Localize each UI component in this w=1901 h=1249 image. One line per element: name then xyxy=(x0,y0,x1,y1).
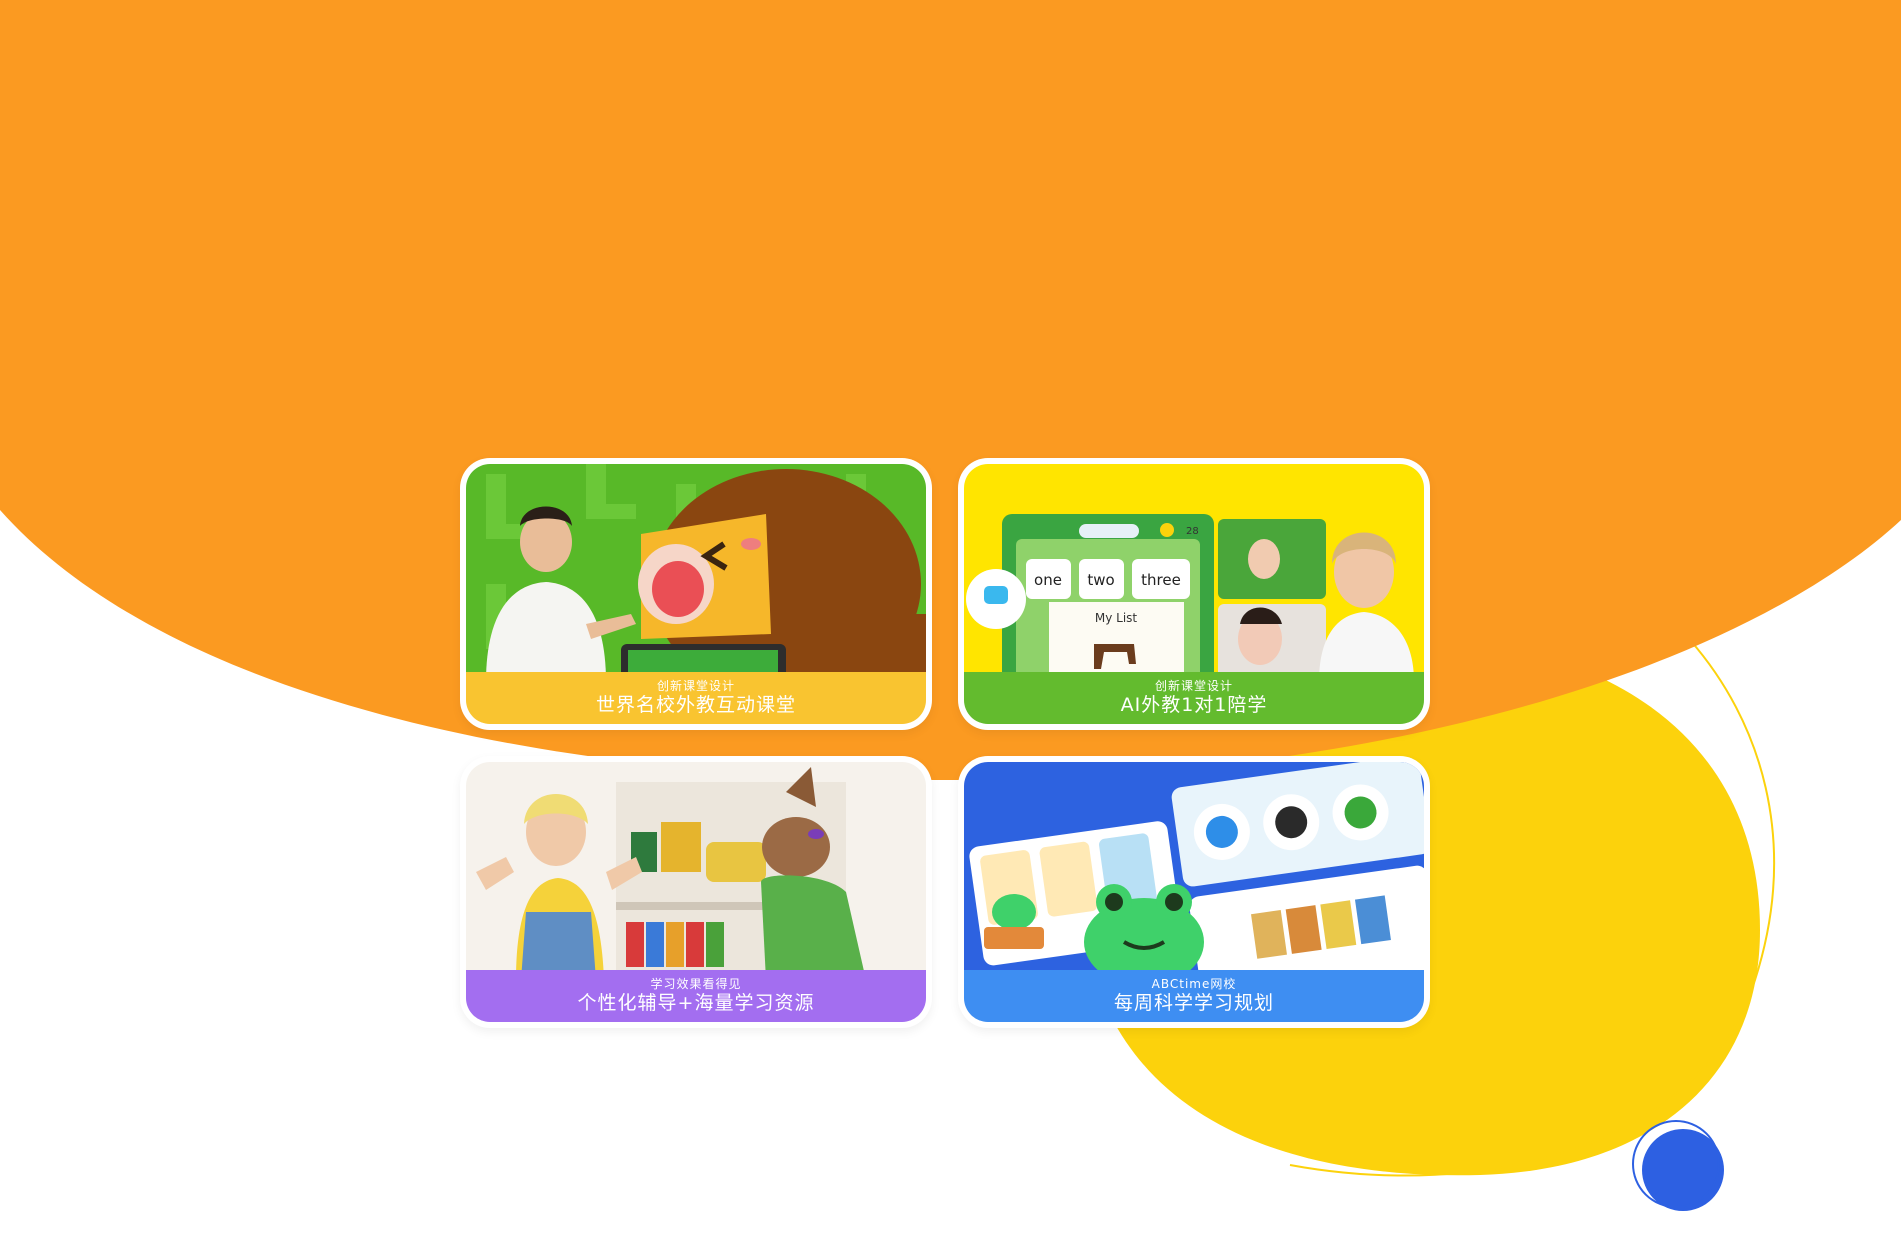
app-and-video-illustration: one two three My List horse 28 xyxy=(964,464,1424,682)
feature-card-inner: 学习效果看得见 个性化辅导+海量学习资源 xyxy=(466,762,926,1022)
teacher-bunny-storybook xyxy=(466,762,926,980)
feature-card-weekly-plan[interactable]: ABCtime网校 每周科学学习规划 xyxy=(958,756,1430,1028)
feature-card-subtitle: 创新课堂设计 xyxy=(656,679,735,693)
feature-card-title: 每周科学学习规划 xyxy=(1113,992,1274,1014)
feature-card-band: ABCtime网校 每周科学学习规划 xyxy=(964,970,1424,1022)
feature-card-subtitle: 学习效果看得见 xyxy=(650,977,742,991)
orange-arc xyxy=(0,0,1901,780)
feature-card-personal-tutoring[interactable]: 学习效果看得见 个性化辅导+海量学习资源 xyxy=(460,756,932,1028)
feature-card-title: AI外教1对1陪学 xyxy=(1120,694,1268,716)
word-card-one: one xyxy=(1034,571,1062,589)
word-card-two: two xyxy=(1087,571,1114,589)
feature-card-inner: 创新课堂设计 世界名校外教互动课堂 xyxy=(466,464,926,724)
feature-card-band: 创新课堂设计 AI外教1对1陪学 xyxy=(964,672,1424,724)
list-title: My List xyxy=(1095,611,1138,625)
feature-card-subtitle: 创新课堂设计 xyxy=(1154,679,1233,693)
feature-card-inner: one two three My List horse 28 xyxy=(964,464,1424,724)
feature-card-inner: ABCtime网校 每周科学学习规划 xyxy=(964,762,1424,1022)
feature-card-interactive-class[interactable]: 创新课堂设计 世界名校外教互动课堂 xyxy=(460,458,932,730)
background-decoration xyxy=(0,0,1901,1211)
feature-card-band: 创新课堂设计 世界名校外教互动课堂 xyxy=(466,672,926,724)
hero-stage: 创新课堂设计 世界名校外教互动课堂 one two three My List … xyxy=(0,0,1901,1249)
weekly-plan-app-illustration xyxy=(964,762,1424,980)
star-count: 28 xyxy=(1186,526,1199,537)
teacher-lion-illustration xyxy=(466,464,926,682)
feature-card-ai-tutor[interactable]: one two three My List horse 28 xyxy=(958,458,1430,730)
feature-card-title: 世界名校外教互动课堂 xyxy=(595,694,796,716)
word-card-three: three xyxy=(1141,571,1181,589)
feature-card-band: 学习效果看得见 个性化辅导+海量学习资源 xyxy=(466,970,926,1022)
feature-card-subtitle: ABCtime网校 xyxy=(1151,977,1237,991)
feature-card-title: 个性化辅导+海量学习资源 xyxy=(577,992,815,1014)
